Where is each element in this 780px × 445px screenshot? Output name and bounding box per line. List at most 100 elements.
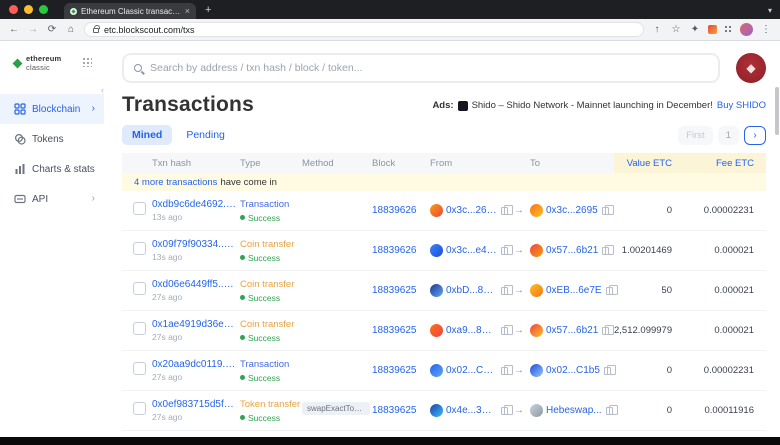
to-avatar <box>530 404 543 417</box>
table-row: 0x09f79f90334...243113s ago Coin transfe… <box>122 231 766 271</box>
blockchain-icon <box>14 103 26 115</box>
block-link[interactable]: 18839625 <box>372 405 430 416</box>
profile-avatar[interactable] <box>740 23 753 36</box>
sidebar-item-tokens[interactable]: Tokens <box>0 124 104 154</box>
sidebar-item-charts-stats[interactable]: Charts & stats <box>0 154 104 184</box>
copy-icon[interactable] <box>501 327 508 335</box>
block-link[interactable]: 18839625 <box>372 365 430 376</box>
window-controls <box>9 5 48 14</box>
to-address-link[interactable]: Hebeswap... <box>546 405 602 416</box>
txn-value: 0 <box>614 405 680 416</box>
sidebar-item-blockchain[interactable]: Blockchain › <box>0 94 104 124</box>
apps-grid-icon[interactable] <box>82 57 92 67</box>
copy-icon[interactable] <box>602 327 609 335</box>
copy-icon[interactable] <box>501 247 508 255</box>
tx-flag-icon[interactable] <box>133 402 146 415</box>
txn-hash-link[interactable]: 0x0ef983715d5f...95cf <box>152 399 236 410</box>
tab-mined[interactable]: Mined <box>122 125 172 145</box>
txn-age: 27s ago <box>152 292 236 302</box>
browser-menu-icon[interactable]: ⋮ <box>760 25 772 35</box>
pagination-page-number[interactable]: 1 <box>718 126 739 145</box>
from-address-link[interactable]: 0x3c...2695 <box>446 205 497 216</box>
copy-icon[interactable] <box>501 207 508 215</box>
chevron-down-icon[interactable]: ▾ <box>768 6 772 15</box>
txn-hash-link[interactable]: 0x20aa9dc0119...eb87 <box>152 359 236 370</box>
copy-icon[interactable] <box>602 207 609 215</box>
zoom-window-button[interactable] <box>39 5 48 14</box>
copy-icon[interactable] <box>606 287 613 295</box>
tx-flag-icon[interactable] <box>133 282 146 295</box>
url-text: etc.blockscout.com/txs <box>104 25 195 35</box>
txn-fee: 0.000021 <box>680 245 766 256</box>
block-link[interactable]: 18839625 <box>372 325 430 336</box>
tx-flag-icon[interactable] <box>133 202 146 215</box>
txn-hash-link[interactable]: 0xdb9c6de4692...e856 <box>152 199 236 210</box>
browser-tab[interactable]: Ethereum Classic transactions... × <box>64 3 196 19</box>
from-avatar <box>430 204 443 217</box>
forward-button[interactable]: → <box>27 25 39 35</box>
extension-icon[interactable] <box>708 25 717 34</box>
chevron-right-icon: › <box>92 104 95 114</box>
txn-status: Success <box>240 293 302 303</box>
txn-hash-link[interactable]: 0x1ae4919d36e...8c19 <box>152 319 236 330</box>
from-address-link[interactable]: 0x4e...3903 <box>446 405 497 416</box>
txn-hash-link[interactable]: 0x09f79f90334...2431 <box>152 239 236 250</box>
bookmark-star-icon[interactable]: ☆ <box>670 25 682 35</box>
tab-favicon <box>70 8 77 15</box>
to-address-link[interactable]: 0x02...C1b5 <box>546 365 600 376</box>
from-address-link[interactable]: 0xa9...893b <box>446 325 497 336</box>
search-input[interactable] <box>150 62 708 74</box>
share-icon[interactable]: ↑ <box>651 25 663 35</box>
to-address-link[interactable]: 0xEB...6e7E <box>546 285 602 296</box>
tx-flag-icon[interactable] <box>133 242 146 255</box>
copy-icon[interactable] <box>501 287 508 295</box>
to-address-link[interactable]: 0x3c...2695 <box>546 205 598 216</box>
close-window-button[interactable] <box>9 5 18 14</box>
from-address-link[interactable]: 0x3c...e4A9 <box>446 245 497 256</box>
page-title: Transactions <box>122 93 254 117</box>
tx-flag-icon[interactable] <box>133 362 146 375</box>
address-bar[interactable]: etc.blockscout.com/txs <box>84 22 644 37</box>
copy-icon[interactable] <box>602 247 609 255</box>
copy-icon[interactable] <box>501 367 508 375</box>
to-address-link[interactable]: 0x57...6b21 <box>546 325 598 336</box>
copy-icon[interactable] <box>501 407 508 415</box>
copy-icon[interactable] <box>604 367 611 375</box>
table-row: 0xd06e6449ff5...b75927s ago Coin transfe… <box>122 271 766 311</box>
new-transactions-link[interactable]: 4 more transactions <box>134 177 217 188</box>
block-link[interactable]: 18839626 <box>372 205 430 216</box>
from-avatar <box>430 324 443 337</box>
col-value-etc-sort[interactable]: Value ETC <box>614 153 680 173</box>
extensions-puzzle-icon[interactable]: ✦ <box>689 25 701 35</box>
scrollbar[interactable] <box>775 87 779 135</box>
txn-hash-link[interactable]: 0xd06e6449ff5...b759 <box>152 279 236 290</box>
txn-status: Success <box>240 333 302 343</box>
block-link[interactable]: 18839625 <box>372 285 430 296</box>
col-fee-etc-sort[interactable]: Fee ETC <box>680 153 766 173</box>
from-avatar <box>430 364 443 377</box>
table-row: 0x0ef983715d5f...95cf27s ago Token trans… <box>122 391 766 431</box>
from-address-link[interactable]: 0x02...C1b5 <box>446 365 497 376</box>
sidebar-collapse-handle[interactable]: ‹ <box>101 85 104 95</box>
back-button[interactable]: ← <box>8 25 20 35</box>
apps-icon[interactable] <box>724 25 733 34</box>
col-method: Method <box>302 158 372 169</box>
minimize-window-button[interactable] <box>24 5 33 14</box>
tab-close-icon[interactable]: × <box>185 7 190 16</box>
from-address-link[interactable]: 0xbD...8DbE <box>446 285 497 296</box>
tab-pending[interactable]: Pending <box>176 125 235 145</box>
pagination-first-button[interactable]: First <box>678 126 712 145</box>
reload-button[interactable]: ⟳ <box>46 25 58 35</box>
sidebar-item-api[interactable]: API › <box>0 184 104 214</box>
pagination-next-button[interactable]: › <box>744 126 766 145</box>
to-address-link[interactable]: 0x57...6b21 <box>546 245 598 256</box>
block-link[interactable]: 18839626 <box>372 245 430 256</box>
home-button[interactable]: ⌂ <box>65 25 77 35</box>
txn-status: Success <box>240 373 302 383</box>
txn-fee: 0.00002231 <box>680 365 766 376</box>
new-tab-button[interactable]: + <box>205 5 211 19</box>
buy-shido-link[interactable]: Buy SHIDO <box>717 100 766 111</box>
tx-flag-icon[interactable] <box>133 322 146 335</box>
network-logo[interactable]: ◆ <box>736 53 766 83</box>
copy-icon[interactable] <box>606 407 613 415</box>
